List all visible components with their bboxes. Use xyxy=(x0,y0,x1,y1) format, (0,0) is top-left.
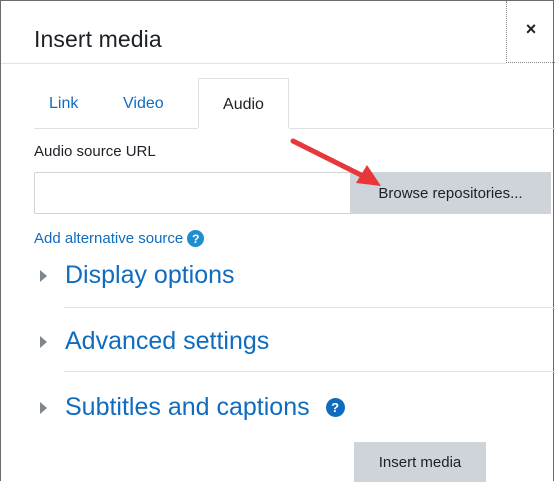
advanced-settings-title: Advanced settings xyxy=(65,327,270,355)
add-alternative-source-link[interactable]: Add alternative source ? xyxy=(34,230,205,247)
caret-right-icon xyxy=(40,401,47,414)
tabs-divider-right xyxy=(289,128,555,129)
display-options-section[interactable]: Display options xyxy=(34,261,235,290)
tab-link[interactable]: Link xyxy=(49,78,78,128)
tabs-divider-left xyxy=(34,128,198,129)
subtitles-captions-section[interactable]: Subtitles and captions ? xyxy=(34,393,345,422)
tab-video[interactable]: Video xyxy=(123,78,164,128)
section-divider xyxy=(64,371,555,372)
dialog-title: Insert media xyxy=(34,26,162,52)
section-divider xyxy=(64,307,555,308)
header-divider xyxy=(1,63,506,64)
display-options-title: Display options xyxy=(65,261,235,289)
tab-audio[interactable]: Audio xyxy=(198,78,289,128)
audio-source-label: Audio source URL xyxy=(34,143,156,160)
close-icon: × xyxy=(525,19,537,39)
add-alternative-source-label: Add alternative source xyxy=(34,230,184,247)
help-icon[interactable]: ? xyxy=(187,230,205,247)
caret-right-icon xyxy=(40,335,47,348)
caret-right-icon xyxy=(40,269,47,282)
advanced-settings-section[interactable]: Advanced settings xyxy=(34,327,269,356)
media-tabs: Link Video Audio xyxy=(1,78,555,128)
insert-media-button[interactable]: Insert media xyxy=(354,442,486,482)
subtitles-captions-title: Subtitles and captions xyxy=(65,393,310,421)
insert-media-dialog: Insert media × Link Video Audio Audio so… xyxy=(0,0,555,482)
help-icon[interactable]: ? xyxy=(325,398,345,417)
audio-source-url-input[interactable] xyxy=(34,172,351,214)
browse-repositories-button[interactable]: Browse repositories... xyxy=(350,172,551,214)
close-button[interactable]: × xyxy=(506,1,555,63)
